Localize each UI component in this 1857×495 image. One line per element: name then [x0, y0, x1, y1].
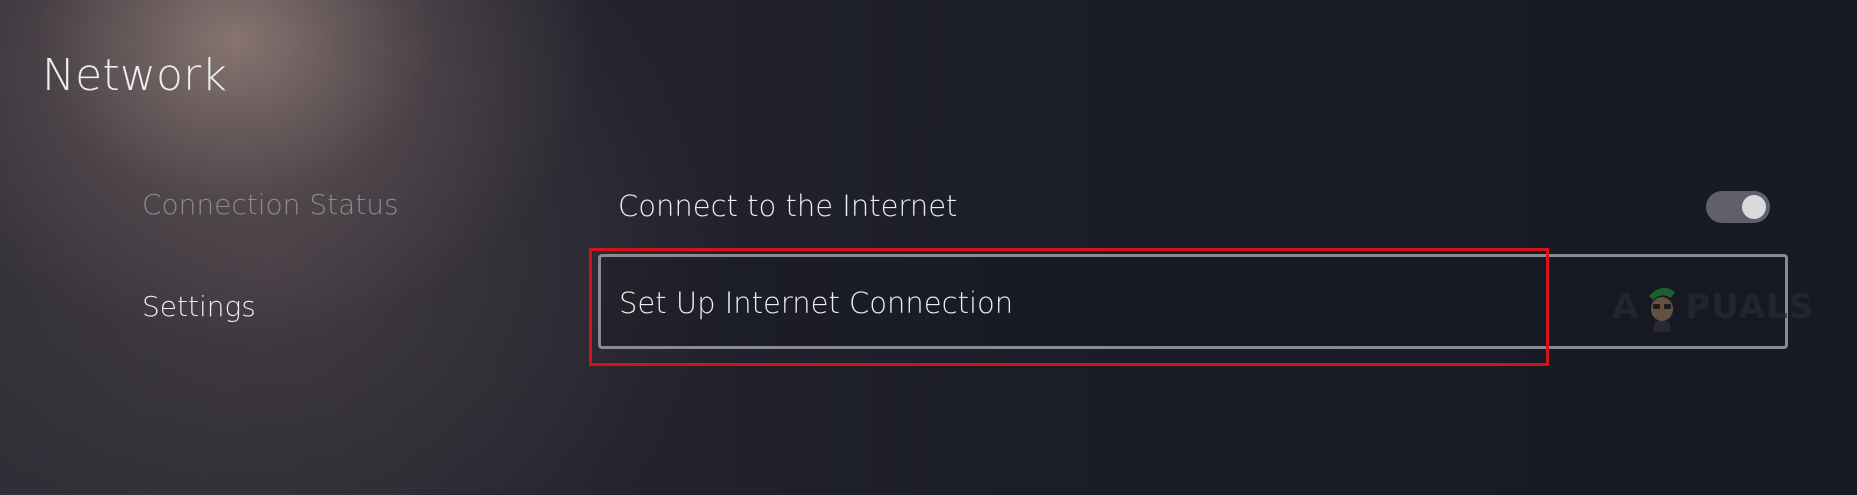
- connect-to-internet-toggle[interactable]: [1706, 191, 1770, 223]
- appuals-watermark: A PUALS: [1612, 282, 1814, 332]
- connect-to-internet-label[interactable]: Connect to the Internet: [618, 189, 957, 223]
- set-up-internet-connection-row[interactable]: Set Up Internet Connection: [598, 254, 1788, 349]
- watermark-letter-a: A: [1612, 287, 1640, 327]
- set-up-internet-connection-label: Set Up Internet Connection: [619, 286, 1014, 320]
- watermark-text: PUALS: [1685, 287, 1815, 327]
- sidebar-item-settings[interactable]: Settings: [142, 290, 256, 323]
- network-settings-screen: Network Connection Status Settings Conne…: [0, 0, 1857, 495]
- toggle-knob: [1742, 195, 1766, 219]
- page-title: Network: [42, 50, 228, 101]
- sidebar-item-connection-status[interactable]: Connection Status: [142, 188, 399, 221]
- mascot-icon: [1649, 287, 1676, 332]
